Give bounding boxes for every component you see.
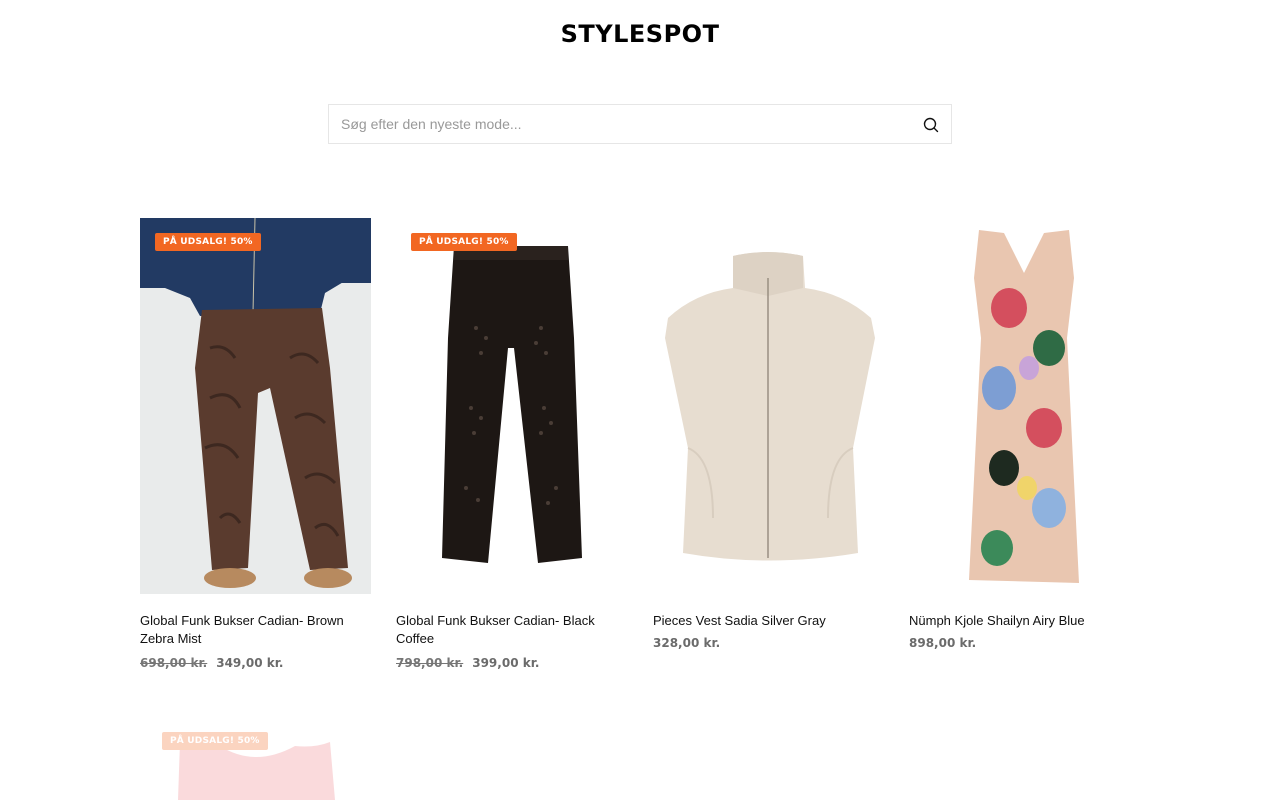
sale-price: 399,00 kr. [472, 656, 540, 670]
product-photo-brown-pants [140, 218, 371, 594]
search-button[interactable] [921, 115, 941, 135]
sale-badge: PÅ UDSALG! 50% [411, 233, 517, 251]
regular-price: 898,00 kr. [909, 636, 977, 650]
search-icon [923, 117, 939, 133]
product-image[interactable]: PÅ UDSALG! 50% [140, 218, 371, 594]
product-title[interactable]: Pieces Vest Sadia Silver Gray [653, 612, 873, 630]
product-image[interactable]: PÅ UDSALG! 50% [140, 718, 371, 800]
product-photo-fleece-vest [653, 218, 884, 594]
site-logo[interactable]: STYLESPOT [0, 20, 1280, 48]
original-price: 698,00 kr. [140, 656, 208, 670]
regular-price: 328,00 kr. [653, 636, 721, 650]
product-photo-pink-top [140, 718, 371, 800]
product-photo-black-pants [396, 218, 627, 594]
product-price: 898,00 kr. [909, 636, 976, 650]
original-price: 798,00 kr. [396, 656, 464, 670]
product-title[interactable]: Global Funk Bukser Cadian- Brown Zebra M… [140, 612, 360, 648]
product-title[interactable]: Global Funk Bukser Cadian- Black Coffee [396, 612, 616, 648]
search-bar [328, 104, 952, 144]
product-image[interactable]: PÅ UDSALG! 50% [396, 218, 627, 594]
product-photo-floral-dress [909, 218, 1140, 594]
search-input[interactable] [329, 105, 909, 143]
sale-badge: PÅ UDSALG! 50% [155, 233, 261, 251]
product-title[interactable]: Nümph Kjole Shailyn Airy Blue [909, 612, 1129, 630]
sale-badge: PÅ UDSALG! 50% [162, 732, 268, 750]
product-price: 698,00 kr. 349,00 kr. [140, 656, 283, 670]
product-image[interactable] [909, 218, 1140, 594]
product-price: 798,00 kr. 399,00 kr. [396, 656, 539, 670]
product-image[interactable] [653, 218, 884, 594]
product-price: 328,00 kr. [653, 636, 720, 650]
sale-price: 349,00 kr. [216, 656, 284, 670]
